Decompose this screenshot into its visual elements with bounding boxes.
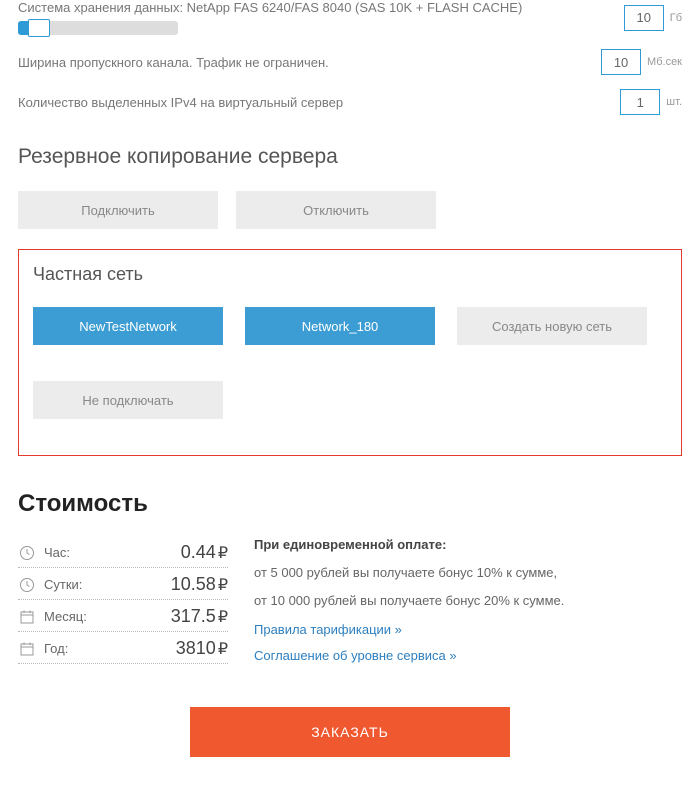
cost-month-label: Месяц:: [44, 609, 87, 624]
cost-year-label: Год:: [44, 641, 68, 656]
ipv4-label: Количество выделенных IPv4 на виртуальны…: [18, 95, 343, 110]
calendar-icon: [18, 608, 36, 626]
cost-hour-row: Час: 0.44₽: [18, 536, 228, 568]
cost-month-value: 317.5: [171, 606, 216, 627]
ruble-icon: ₽: [218, 607, 228, 627]
cost-table: Час: 0.44₽ Сутки: 10.58₽ Месяц: 317.5₽ Г…: [18, 536, 228, 673]
ipv4-unit: шт.: [666, 96, 682, 108]
cost-info: При единовременной оплате: от 5 000 рубл…: [254, 536, 682, 673]
backup-disable-button[interactable]: Отключить: [236, 191, 436, 229]
clock-icon: [18, 544, 36, 562]
ipv4-input[interactable]: [620, 89, 660, 115]
bandwidth-unit: Мб.сек: [647, 56, 682, 68]
config-storage-row: Система хранения данных: NetApp FAS 6240…: [18, 0, 682, 35]
network-newtest-button[interactable]: NewTestNetwork: [33, 307, 223, 345]
storage-unit: Гб: [670, 12, 682, 24]
order-wrap: ЗАКАЗАТЬ: [18, 707, 682, 757]
backup-enable-button[interactable]: Подключить: [18, 191, 218, 229]
bandwidth-label: Ширина пропускного канала. Трафик не огр…: [18, 55, 329, 70]
cost-year-row: Год: 3810₽: [18, 632, 228, 664]
storage-slider[interactable]: [18, 21, 178, 35]
bandwidth-input[interactable]: [601, 49, 641, 75]
network-180-button[interactable]: Network_180: [245, 307, 435, 345]
order-button[interactable]: ЗАКАЗАТЬ: [190, 707, 510, 757]
tariff-link[interactable]: Правила тарификации »: [254, 621, 682, 639]
info-bonus-1: от 5 000 рублей вы получаете бонус 10% к…: [254, 564, 682, 582]
cost-month-row: Месяц: 317.5₽: [18, 600, 228, 632]
clock-icon: [18, 576, 36, 594]
cost-day-row: Сутки: 10.58₽: [18, 568, 228, 600]
cost-block: Час: 0.44₽ Сутки: 10.58₽ Месяц: 317.5₽ Г…: [18, 536, 682, 673]
network-disconnect-button[interactable]: Не подключать: [33, 381, 223, 419]
cost-hour-label: Час:: [44, 545, 70, 560]
cost-hour-value: 0.44: [181, 542, 216, 563]
ruble-icon: ₽: [218, 543, 228, 563]
network-title: Частная сеть: [33, 264, 667, 285]
network-create-button[interactable]: Создать новую сеть: [457, 307, 647, 345]
config-bandwidth-row: Ширина пропускного канала. Трафик не огр…: [18, 49, 682, 75]
info-bonus-2: от 10 000 рублей вы получаете бонус 20% …: [254, 592, 682, 610]
storage-input[interactable]: [624, 5, 664, 31]
network-buttons: NewTestNetwork Network_180 Создать новую…: [33, 307, 667, 433]
cost-day-value: 10.58: [171, 574, 216, 595]
cost-year-value: 3810: [176, 638, 216, 659]
config-ipv4-row: Количество выделенных IPv4 на виртуальны…: [18, 89, 682, 115]
backup-buttons: Подключить Отключить: [18, 191, 682, 229]
cost-day-label: Сутки:: [44, 577, 82, 592]
slider-handle[interactable]: [28, 19, 50, 37]
private-network-box: Частная сеть NewTestNetwork Network_180 …: [18, 249, 682, 456]
ruble-icon: ₽: [218, 575, 228, 595]
backup-title: Резервное копирование сервера: [18, 145, 682, 169]
info-heading: При единовременной оплате:: [254, 536, 682, 554]
storage-label: Система хранения данных: NetApp FAS 6240…: [18, 0, 624, 15]
sla-link[interactable]: Соглашение об уровне сервиса »: [254, 647, 682, 665]
calendar-icon: [18, 640, 36, 658]
cost-title: Стоимость: [18, 490, 682, 518]
ruble-icon: ₽: [218, 639, 228, 659]
